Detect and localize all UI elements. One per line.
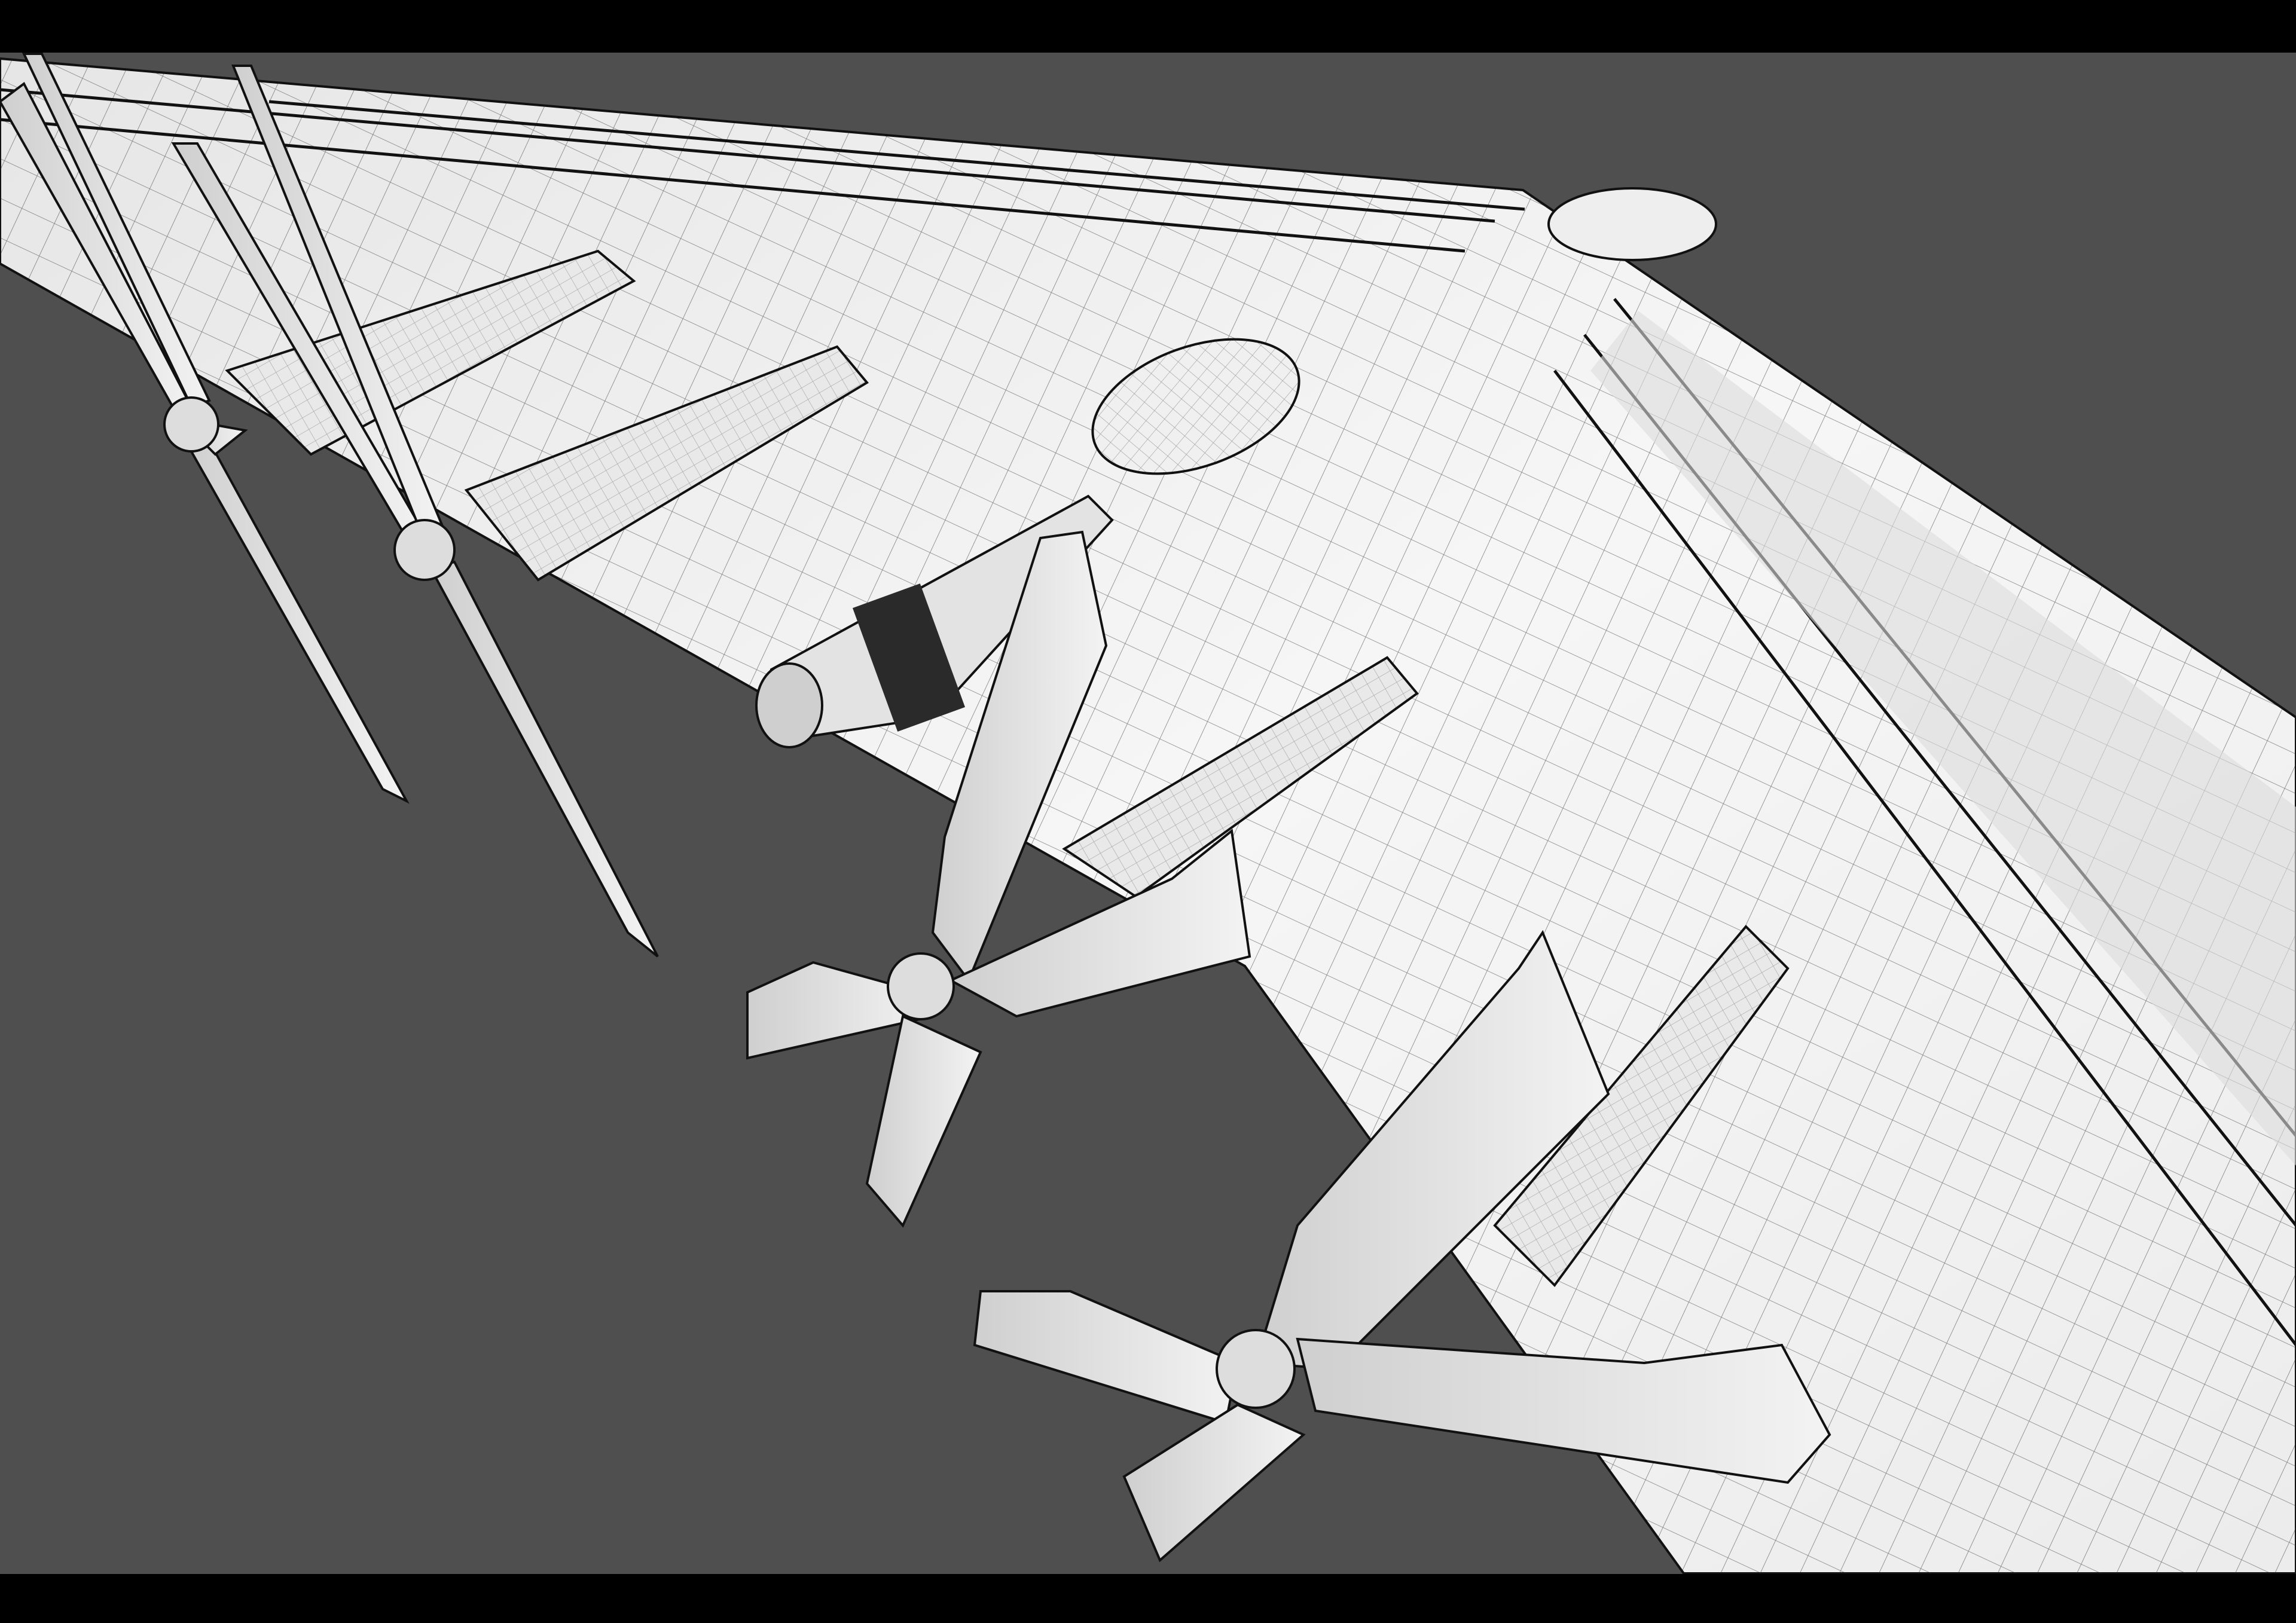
blade-mesh-overlay xyxy=(747,526,1854,1572)
letterbox-top xyxy=(0,0,2296,53)
wingtip-fairing xyxy=(1547,187,1717,261)
wireframe-render-viewport xyxy=(0,0,2296,1623)
letterbox-bottom xyxy=(0,1574,2296,1623)
